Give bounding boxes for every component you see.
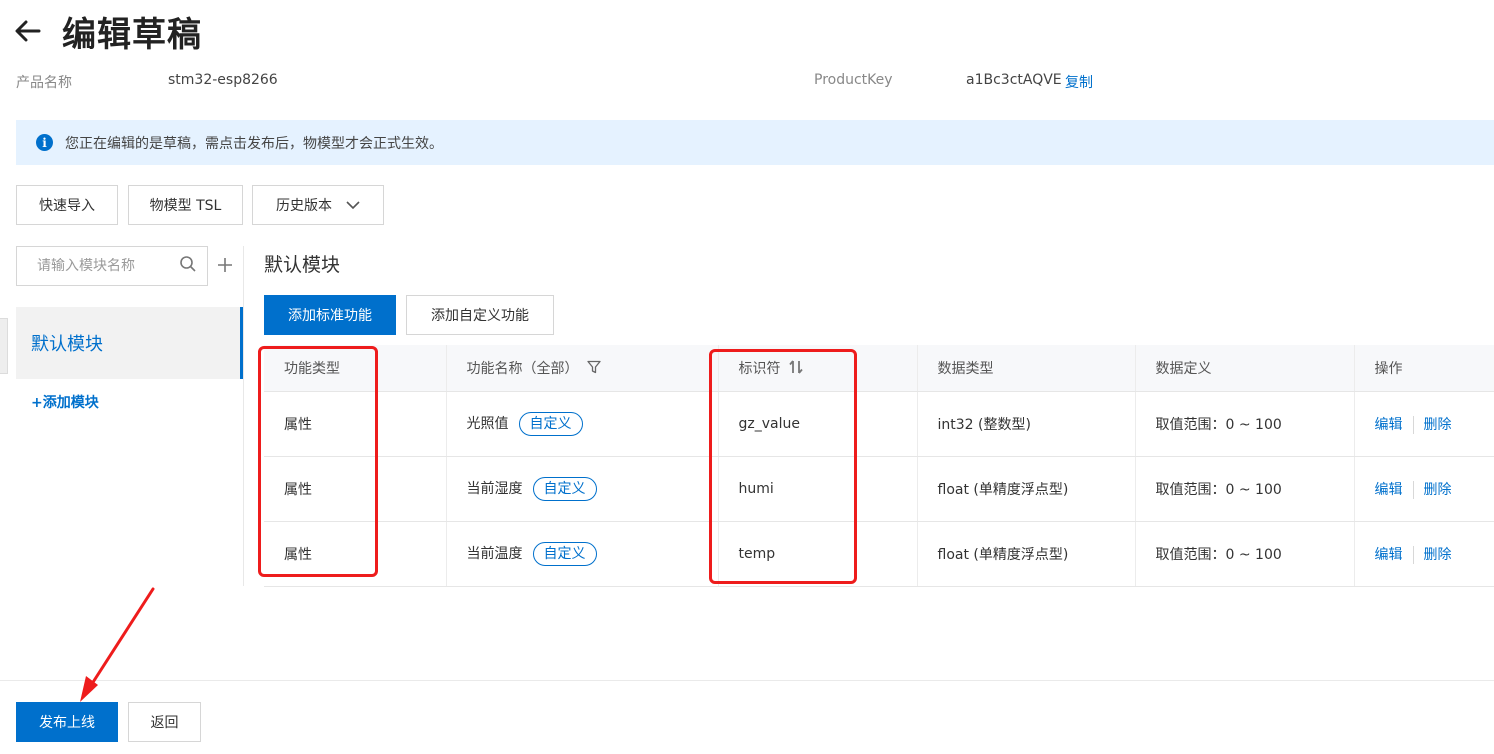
cell-identifier: humi [718, 456, 918, 522]
cell-type: 属性 [264, 391, 447, 457]
table-row: 属性 光照值 自定义 gz_value int32 (整数型) 取值范围：0 ~ … [264, 391, 1494, 457]
back-button[interactable]: 返回 [128, 702, 201, 742]
cell-data-type: float (单精度浮点型) [917, 521, 1136, 587]
column-header-label: 标识符 [738, 360, 781, 377]
plus-icon[interactable] [216, 256, 234, 274]
module-search-box [16, 246, 208, 286]
delete-link[interactable]: 删除 [1424, 417, 1452, 433]
cell-actions: 编辑 删除 [1354, 456, 1494, 522]
product-key-value: a1Bc3ctAQVE [966, 72, 1062, 88]
column-header-label: 功能名称（全部） [466, 360, 579, 377]
column-header-label: 数据类型 [937, 360, 994, 377]
cell-data-type: float (单精度浮点型) [917, 456, 1136, 522]
action-divider [1412, 480, 1414, 499]
column-header-label: 操作 [1374, 360, 1403, 377]
action-divider [1412, 415, 1414, 434]
cell-name: 当前湿度 自定义 [446, 456, 719, 522]
table-row: 属性 当前温度 自定义 temp float (单精度浮点型) 取值范围：0 ~ … [264, 521, 1494, 587]
column-header-actions: 操作 [1354, 345, 1494, 392]
add-custom-label: 添加自定义功能 [431, 308, 529, 324]
quick-import-label: 快速导入 [39, 198, 95, 214]
delete-link[interactable]: 删除 [1424, 547, 1452, 563]
table-header-row: 功能类型 功能名称（全部） 标识符 数据类型 数据定义 操作 [264, 345, 1494, 392]
cell-actions: 编辑 删除 [1354, 391, 1494, 457]
cell-definition: 取值范围：0 ~ 100 [1135, 391, 1355, 457]
action-divider [1412, 545, 1414, 564]
cell-definition: 取值范围：0 ~ 100 [1135, 456, 1355, 522]
notice-text: 您正在编辑的是草稿，需点击发布后，物模型才会正式生效。 [65, 135, 443, 152]
add-standard-feature-button[interactable]: 添加标准功能 [264, 295, 396, 335]
back-label: 返回 [150, 715, 179, 731]
custom-tag: 自定义 [532, 541, 597, 566]
draft-notice: i 您正在编辑的是草稿，需点击发布后，物模型才会正式生效。 [16, 120, 1494, 165]
filter-icon[interactable] [586, 360, 601, 378]
chevron-down-icon [346, 200, 360, 210]
cell-identifier: temp [718, 521, 918, 587]
footer-divider [0, 680, 1494, 681]
cell-data-type: int32 (整数型) [917, 391, 1136, 457]
product-meta: 产品名称 stm32-esp8266 ProductKey a1Bc3ctAQV… [16, 72, 1476, 94]
edit-link[interactable]: 编辑 [1375, 417, 1403, 433]
sidebar-item-default-module[interactable]: 默认模块 [16, 307, 243, 379]
copy-key-link[interactable]: 复制 [1065, 72, 1093, 92]
feature-name: 当前湿度 [466, 480, 523, 497]
tsl-button[interactable]: 物模型 TSL [128, 185, 243, 225]
column-header-label: 功能类型 [284, 360, 340, 377]
edit-link[interactable]: 编辑 [1375, 482, 1403, 498]
cell-name: 当前温度 自定义 [446, 521, 719, 587]
feature-table: 功能类型 功能名称（全部） 标识符 数据类型 数据定义 操作 属性 光照值 自定义… [264, 345, 1494, 587]
section-title: 默认模块 [264, 254, 341, 276]
custom-tag: 自定义 [518, 411, 583, 436]
page-header: 编辑草稿 [14, 6, 202, 56]
column-header-definition: 数据定义 [1135, 345, 1355, 392]
publish-label: 发布上线 [39, 715, 95, 731]
tsl-label: 物模型 TSL [149, 198, 222, 214]
cell-name: 光照值 自定义 [446, 391, 719, 457]
column-header-identifier[interactable]: 标识符 [718, 345, 918, 392]
product-key-label: ProductKey [814, 72, 893, 88]
custom-tag: 自定义 [532, 476, 597, 501]
edit-link[interactable]: 编辑 [1375, 547, 1403, 563]
product-name-label: 产品名称 [16, 75, 72, 91]
cell-actions: 编辑 删除 [1354, 521, 1494, 587]
sort-icon[interactable] [788, 360, 803, 378]
module-search-input[interactable] [37, 258, 179, 274]
publish-button[interactable]: 发布上线 [16, 702, 118, 742]
column-header-label: 数据定义 [1155, 360, 1212, 377]
back-arrow-icon[interactable] [14, 17, 42, 45]
add-module-link[interactable]: +添加模块 [31, 392, 99, 412]
product-name-value: stm32-esp8266 [168, 72, 278, 88]
collapse-edge-tab[interactable] [0, 318, 8, 374]
table-row: 属性 当前湿度 自定义 humi float (单精度浮点型) 取值范围：0 ~ … [264, 456, 1494, 522]
sidebar-item-label: 默认模块 [31, 334, 103, 355]
search-icon[interactable] [179, 255, 197, 277]
delete-link[interactable]: 删除 [1424, 482, 1452, 498]
cell-identifier: gz_value [718, 391, 918, 457]
quick-import-button[interactable]: 快速导入 [16, 185, 118, 225]
feature-name: 当前温度 [466, 545, 523, 562]
cell-type: 属性 [264, 456, 447, 522]
history-version-dropdown[interactable]: 历史版本 [252, 185, 384, 225]
cell-type: 属性 [264, 521, 447, 587]
history-label: 历史版本 [276, 198, 332, 214]
column-header-data-type: 数据类型 [917, 345, 1136, 392]
feature-name: 光照值 [466, 415, 509, 432]
sidebar-divider [243, 246, 244, 586]
cell-definition: 取值范围：0 ~ 100 [1135, 521, 1355, 587]
info-icon: i [36, 134, 53, 151]
column-header-name[interactable]: 功能名称（全部） [446, 345, 719, 392]
page-title: 编辑草稿 [62, 14, 202, 55]
column-header-type: 功能类型 [264, 345, 447, 392]
add-standard-label: 添加标准功能 [288, 308, 372, 324]
add-custom-feature-button[interactable]: 添加自定义功能 [406, 295, 554, 335]
